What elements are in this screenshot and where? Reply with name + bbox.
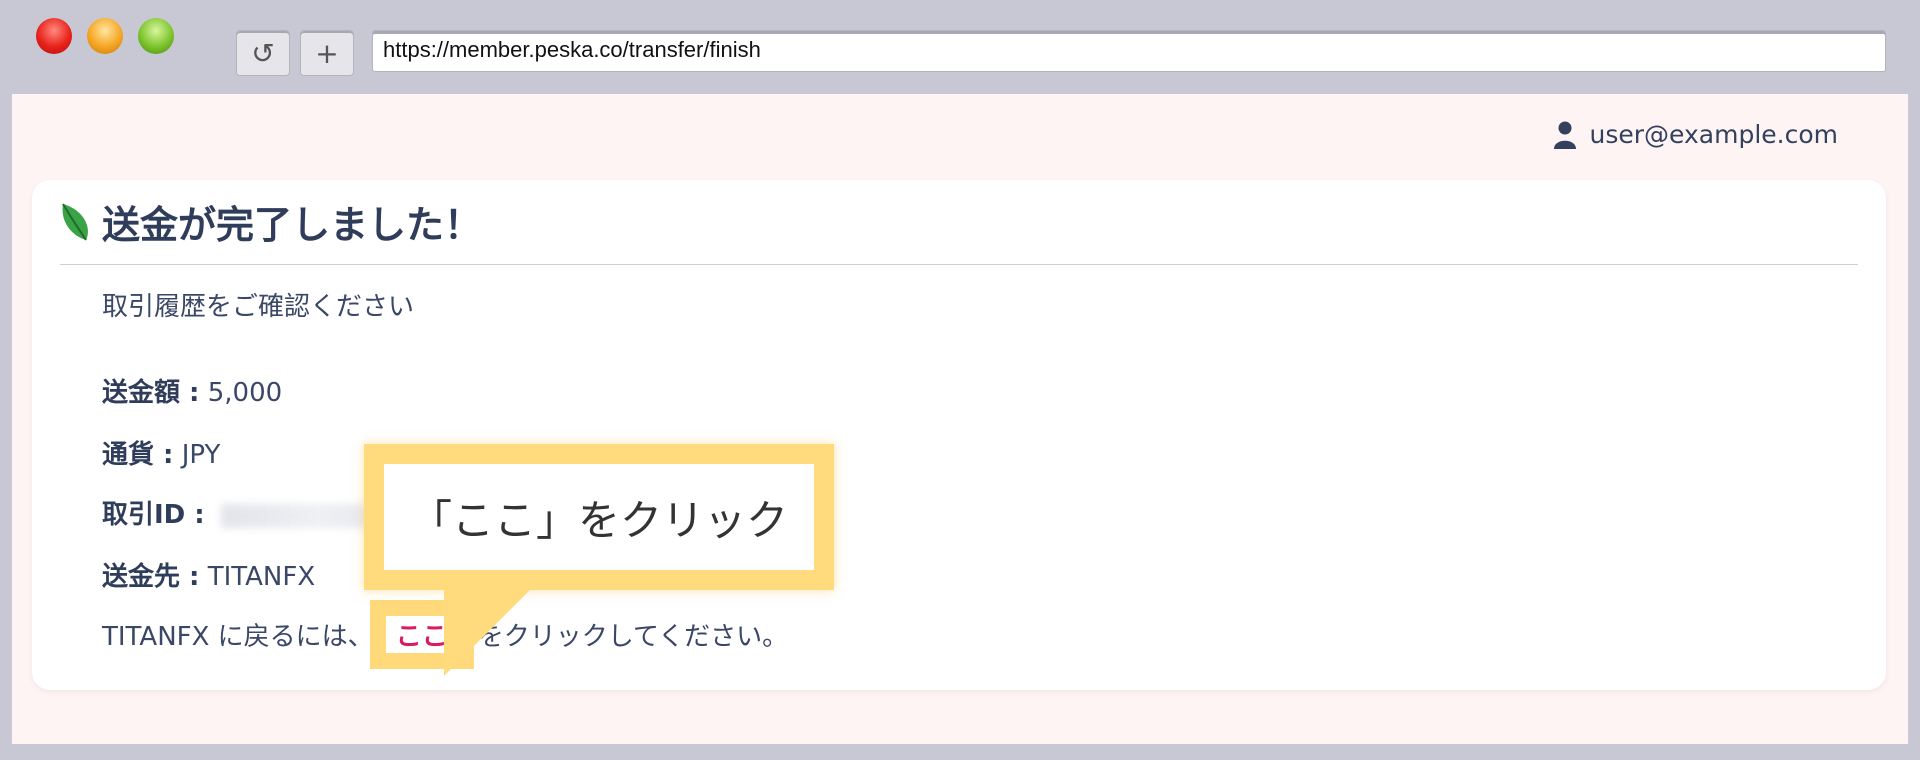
plus-icon: + xyxy=(315,36,339,70)
reload-icon: ↺ xyxy=(251,36,275,70)
browser-chrome: ↺ + https://member.peska.co/transfer/fin… xyxy=(0,0,1920,94)
user-icon xyxy=(1553,121,1576,149)
amount-value: 5,000 xyxy=(207,378,283,408)
window-frame-bottom xyxy=(0,744,1920,760)
transaction-id-label: 取引ID : xyxy=(102,500,205,530)
user-email: user@example.com xyxy=(1589,120,1838,149)
user-menu[interactable]: user@example.com xyxy=(1553,120,1838,149)
callout-pointer xyxy=(444,588,532,676)
page-content: user@example.com 送金が完了しました！ 取引履歴をご確認ください… xyxy=(12,94,1908,744)
callout-text: 「ここ」をクリック xyxy=(409,495,788,545)
currency-row: 通貨 : JPY xyxy=(102,434,220,471)
new-tab-button[interactable]: + xyxy=(300,30,354,76)
return-prefix: TITANFX に戻るには、 xyxy=(102,622,374,652)
page-title: 送金が完了しました！ xyxy=(102,203,483,247)
destination-label: 送金先 : xyxy=(102,562,200,592)
transfer-complete-card: 送金が完了しました！ 取引履歴をご確認ください 送金額 : 5,000 通貨 :… xyxy=(32,180,1886,690)
destination-value: TITANFX xyxy=(207,562,316,592)
close-window-button[interactable] xyxy=(36,18,72,54)
destination-row: 送金先 : TITANFX xyxy=(102,556,315,593)
amount-label: 送金額 : xyxy=(102,378,200,408)
click-here-callout: 「ここ」をクリック xyxy=(364,444,834,590)
address-bar[interactable]: https://member.peska.co/transfer/finish xyxy=(372,30,1886,72)
subtitle: 取引履歴をご確認ください xyxy=(102,292,415,322)
currency-label: 通貨 : xyxy=(102,440,174,470)
currency-value: JPY xyxy=(181,440,221,470)
card-header: 送金が完了しました！ xyxy=(60,194,482,249)
reload-button[interactable]: ↺ xyxy=(236,30,290,76)
leaf-icon xyxy=(62,202,88,241)
minimize-window-button[interactable] xyxy=(87,18,123,54)
divider xyxy=(60,264,1858,265)
maximize-window-button[interactable] xyxy=(138,18,174,54)
url-text: https://member.peska.co/transfer/finish xyxy=(383,37,761,62)
amount-row: 送金額 : 5,000 xyxy=(102,372,282,409)
